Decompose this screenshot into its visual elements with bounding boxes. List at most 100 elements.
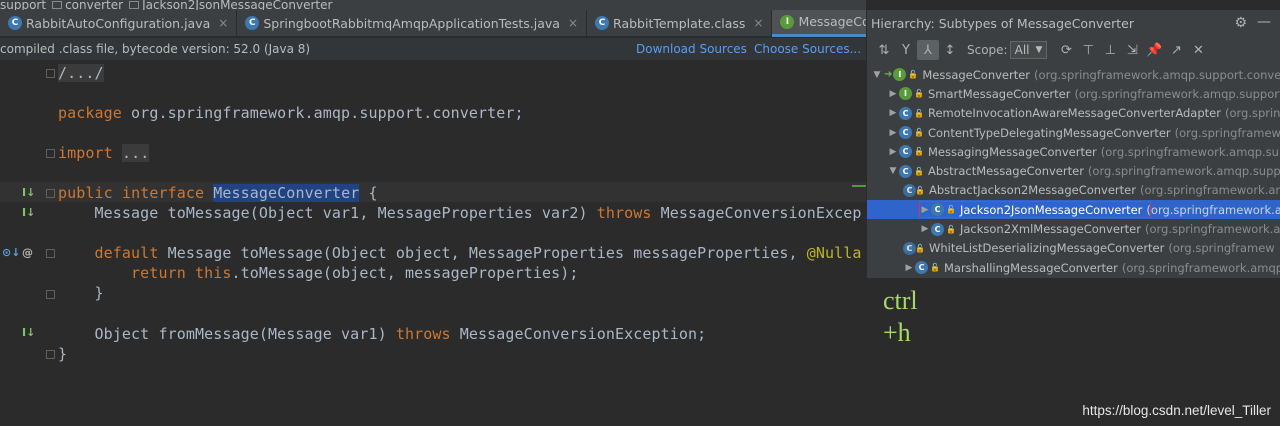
public-access-icon: 🔓 <box>915 243 925 253</box>
expand-arrow-icon[interactable]: ▶ <box>887 128 899 138</box>
implemented-icon[interactable]: ⊙↓ <box>2 246 20 259</box>
folded-comment[interactable]: /.../ <box>58 64 104 82</box>
node-package: (org.springframew <box>1168 241 1275 256</box>
fold-marker-icon[interactable] <box>46 69 55 78</box>
node-name: WhiteListDeserializingMessageConverter <box>928 241 1165 256</box>
scope-dropdown[interactable]: All ▼ <box>1009 41 1048 59</box>
node-package: (org.springframework <box>1174 125 1280 140</box>
public-access-icon: 🔓 <box>914 108 924 118</box>
fold-marker-icon[interactable] <box>46 189 55 198</box>
node-name: MarshallingMessageConverter <box>943 260 1118 275</box>
code-editor[interactable]: I↓ I↓ ⊙↓ @ I↓ /.../ package org.springfr… <box>0 62 866 426</box>
class-icon: C <box>899 106 912 120</box>
tree-node-content-type-delegating[interactable]: ▶ C 🔓 ContentTypeDelegatingMessageConver… <box>867 123 1280 142</box>
choose-sources-link[interactable]: Choose Sources... <box>754 42 861 56</box>
collapse-arrow-icon[interactable]: ▼ <box>887 166 899 176</box>
editor-tab-bar: C RabbitAutoConfiguration.java × C Sprin… <box>0 9 989 37</box>
node-package: (org.springframework.amqp.support.co <box>1074 86 1280 101</box>
type-hierarchy-icon[interactable]: ⇅ <box>873 40 895 60</box>
code-text: Message toMessage(Object var1, MessagePr… <box>58 204 597 222</box>
node-name: ContentTypeDelegatingMessageConverter <box>927 125 1171 140</box>
close-icon[interactable]: × <box>568 16 578 30</box>
public-access-icon: 🔓 <box>914 166 924 176</box>
tree-node-message-converter[interactable]: ▼ ➜ I 🔓 MessageConverter (org.springfram… <box>867 65 1280 84</box>
keyword: interface <box>121 184 205 202</box>
close-icon[interactable]: × <box>218 16 228 30</box>
implemented-icon[interactable]: I↓ <box>22 326 35 339</box>
node-name: Jackson2XmlMessageConverter <box>959 222 1141 237</box>
supertypes-icon[interactable]: Y <box>895 40 917 60</box>
node-package: (org.springframework.amqp.su <box>1121 260 1280 275</box>
implemented-icon[interactable]: I↓ <box>22 206 35 219</box>
breadcrumb: support converter Jackson2JsonMessageCon… <box>0 0 866 10</box>
expand-arrow-icon[interactable]: ▶ <box>887 108 899 118</box>
node-name: SmartMessageConverter <box>927 86 1071 101</box>
tree-node-jackson2-xml[interactable]: ▶ C 🔓 Jackson2XmlMessageConverter (org.s… <box>867 219 1280 238</box>
breadcrumb-item[interactable]: support <box>0 0 46 10</box>
expand-arrow-icon[interactable]: ▶ <box>903 263 915 273</box>
public-access-icon: 🔓 <box>915 185 925 195</box>
subtypes-icon[interactable]: ⅄ <box>917 40 939 60</box>
download-sources-link[interactable]: Download Sources <box>636 42 754 56</box>
expand-arrow-icon[interactable]: ▶ <box>887 147 899 157</box>
tree-node-smart-message-converter[interactable]: ▶ I 🔓 SmartMessageConverter (org.springf… <box>867 84 1280 103</box>
node-package: (org.springframework.amqp.suppo <box>1100 144 1280 159</box>
class-icon: C <box>899 164 912 178</box>
autoscroll-icon[interactable]: ⇲ <box>1121 40 1143 60</box>
expand-arrow-icon[interactable]: ▶ <box>919 224 931 234</box>
refresh-icon[interactable]: ⟳ <box>1055 40 1077 60</box>
public-access-icon: 🔓 <box>908 70 919 80</box>
hierarchy-tree[interactable]: ▼ ➜ I 🔓 MessageConverter (org.springfram… <box>867 65 1280 278</box>
tree-node-marshalling[interactable]: ▶ C 🔓 MarshallingMessageConverter (org.s… <box>867 258 1280 277</box>
package-name: org.springframework.amqp.support.convert… <box>121 104 524 122</box>
close-icon[interactable]: ✕ <box>1187 40 1209 60</box>
override-icon[interactable]: @ <box>22 246 33 259</box>
expand-arrow-icon[interactable]: ▶ <box>887 89 899 99</box>
node-package: (org.springfra <box>1224 106 1280 121</box>
abstract-class-icon: C <box>903 183 916 197</box>
node-package: (org.springframework.am <box>1139 183 1280 198</box>
code-line: } <box>58 284 104 302</box>
fold-marker-icon[interactable] <box>46 249 55 258</box>
keyword: package <box>58 104 122 122</box>
hierarchy-title-bar: Hierarchy: Subtypes of MessageConverter … <box>867 10 1280 37</box>
keyword: throws <box>395 325 451 343</box>
tree-node-whitelist-deserializing[interactable]: ▶ C 🔓 WhiteListDeserializingMessageConve… <box>867 239 1280 258</box>
expand-all-icon[interactable]: ⊤ <box>1077 40 1099 60</box>
hide-panel-icon[interactable]: — <box>1257 14 1271 30</box>
export-icon[interactable]: ↗ <box>1165 40 1187 60</box>
breadcrumb-item[interactable]: converter <box>65 0 123 10</box>
node-name: AbstractMessageConverter <box>927 164 1084 179</box>
tab-application-tests[interactable]: C SpringbootRabbitmqAmqpApplicationTests… <box>237 9 588 37</box>
class-icon: C <box>915 261 928 275</box>
gear-icon[interactable]: ⚙ <box>1234 15 1247 31</box>
tab-rabbit-template[interactable]: C RabbitTemplate.class × <box>587 9 773 37</box>
tree-node-jackson2-json[interactable]: ▶ C 🔓 Jackson2JsonMessageConverter (org.… <box>867 200 1280 220</box>
fold-marker-icon[interactable] <box>46 149 55 158</box>
keyword: return <box>131 264 186 282</box>
fold-marker-icon[interactable] <box>46 290 55 299</box>
pin-icon[interactable]: 📌 <box>1143 40 1165 60</box>
code-text: MessageConversionExcep <box>651 204 862 222</box>
collapse-all-icon[interactable]: ⊥ <box>1099 40 1121 60</box>
tree-node-abstract-message-converter[interactable]: ▼ C 🔓 AbstractMessageConverter (org.spri… <box>867 161 1280 180</box>
collapse-arrow-icon[interactable]: ▼ <box>871 70 883 80</box>
keyword: this <box>194 264 232 282</box>
hierarchy-title: Hierarchy: Subtypes of MessageConverter <box>871 16 1134 31</box>
interface-icon: I <box>893 68 907 82</box>
node-name: AbstractJackson2MessageConverter <box>928 183 1136 198</box>
tab-rabbit-auto-configuration[interactable]: C RabbitAutoConfiguration.java × <box>0 9 238 37</box>
tree-node-abstract-jackson2[interactable]: ▼ C 🔓 AbstractJackson2MessageConverter (… <box>867 181 1280 200</box>
tree-node-messaging-message-converter[interactable]: ▶ C 🔓 MessagingMessageConverter (org.spr… <box>867 142 1280 161</box>
tree-node-remote-invocation-adapter[interactable]: ▶ C 🔓 RemoteInvocationAwareMessageConver… <box>867 104 1280 123</box>
code-text: .toMessage(object, messageProperties); <box>231 264 579 282</box>
close-icon[interactable]: × <box>753 16 763 30</box>
sort-alpha-icon[interactable]: ↕ <box>939 40 961 60</box>
public-access-icon: 🔓 <box>946 224 956 234</box>
breadcrumb-item[interactable]: Jackson2JsonMessageConverter <box>142 0 332 10</box>
class-icon: C <box>8 16 22 30</box>
folded-imports[interactable]: ... <box>121 144 150 162</box>
keyword: import <box>58 144 113 162</box>
fold-marker-icon[interactable] <box>46 350 55 359</box>
implemented-icon[interactable]: I↓ <box>22 186 35 199</box>
